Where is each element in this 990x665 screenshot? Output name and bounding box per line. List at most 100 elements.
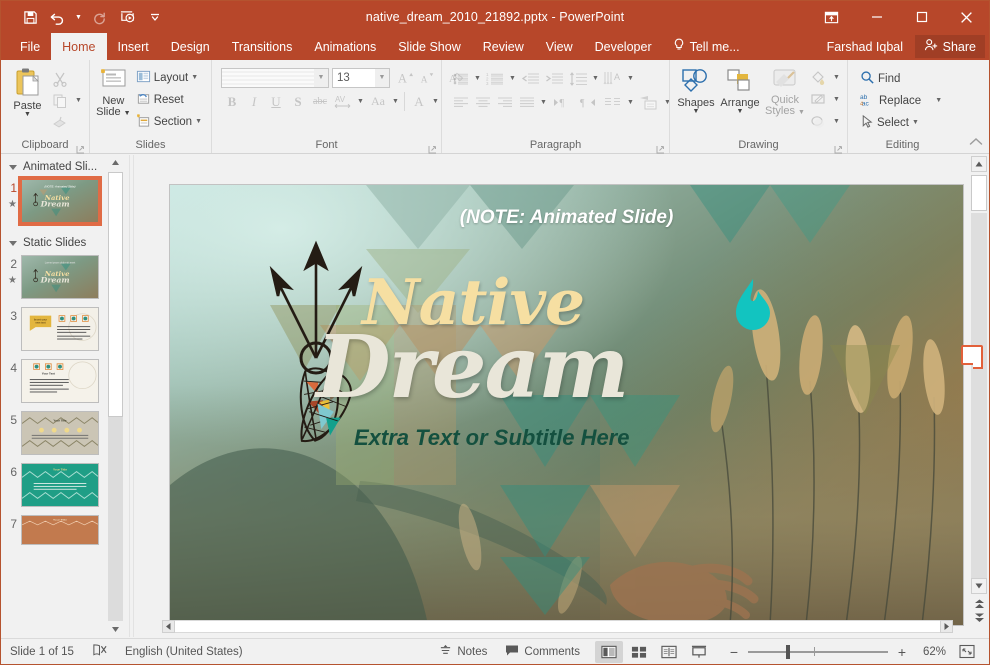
thumbnail-scroll-up-button[interactable]	[108, 155, 123, 170]
center-button[interactable]	[472, 92, 494, 113]
section-collapse-icon[interactable]	[9, 165, 17, 170]
slide-thumbnail-2[interactable]: Lorem ipsum dolor sit amet Native Dream	[21, 255, 99, 299]
vertical-scroll-thumb[interactable]	[971, 175, 987, 211]
tab-design[interactable]: Design	[160, 33, 221, 60]
zoom-out-button[interactable]: −	[727, 645, 741, 659]
reading-view-button[interactable]	[655, 641, 683, 663]
comment-marker-icon[interactable]	[961, 345, 983, 369]
tab-slide-show[interactable]: Slide Show	[387, 33, 472, 60]
minimize-button[interactable]	[854, 1, 899, 33]
scroll-right-button[interactable]	[940, 620, 953, 633]
tab-review[interactable]: Review	[472, 33, 535, 60]
vertical-scroll-track[interactable]	[971, 213, 987, 581]
start-presentation-icon[interactable]	[114, 5, 140, 29]
tab-home[interactable]: Home	[51, 33, 107, 60]
slide-counter[interactable]: Slide 1 of 15	[1, 639, 83, 665]
quick-styles-button[interactable]: Quick Styles ▼	[763, 66, 807, 117]
paragraph-dialog-launcher[interactable]	[656, 143, 665, 154]
tab-insert[interactable]: Insert	[107, 33, 160, 60]
align-left-button[interactable]	[450, 92, 472, 113]
layout-caret-icon[interactable]: ▼	[191, 74, 198, 81]
replace-button[interactable]: ab ac 4 Replace ▼	[856, 90, 946, 111]
clipboard-dialog-launcher[interactable]	[76, 143, 85, 154]
thumbnail-scroll-down-button[interactable]	[108, 622, 123, 637]
font-name-combo[interactable]: ▼	[221, 67, 329, 88]
section-collapse-icon-2[interactable]	[9, 241, 17, 246]
slide-thumbnail-3[interactable]: Insert your own text	[21, 307, 99, 351]
convert-to-smartart-button[interactable]	[636, 92, 662, 113]
character-spacing-caret-icon[interactable]: ▼	[355, 91, 366, 112]
slide-sorter-view-button[interactable]	[625, 641, 653, 663]
slide-thumbnail-6[interactable]: Your Title	[21, 463, 99, 507]
text-direction-caret-icon[interactable]: ▼	[625, 68, 636, 89]
slide-vertical-scrollbar[interactable]	[969, 155, 989, 637]
shape-effects-button[interactable]	[807, 111, 829, 132]
section-caret-icon[interactable]: ▼	[195, 118, 202, 125]
share-button[interactable]: Share	[914, 35, 985, 58]
new-slide-button[interactable]: New Slide ▼	[95, 65, 132, 118]
justify-caret-icon[interactable]: ▼	[538, 92, 549, 113]
scroll-up-button[interactable]	[971, 156, 987, 172]
increase-indent-button[interactable]	[542, 68, 566, 89]
shape-fill-caret-icon[interactable]: ▼	[831, 67, 842, 88]
replace-caret-icon[interactable]: ▼	[935, 97, 942, 104]
spellcheck-button[interactable]	[83, 639, 116, 665]
thumbnail-scrollbar[interactable]	[108, 155, 123, 637]
change-case-button[interactable]: Aa	[366, 91, 390, 112]
font-name-caret-icon[interactable]: ▼	[314, 68, 328, 87]
redo-icon[interactable]	[86, 5, 112, 29]
account-name[interactable]: Farshad Iqbal	[819, 33, 911, 60]
drawing-dialog-launcher[interactable]	[834, 143, 843, 154]
ribbon-display-options-icon[interactable]	[809, 1, 854, 33]
change-case-caret-icon[interactable]: ▼	[390, 91, 401, 112]
previous-slide-button[interactable]	[971, 597, 987, 611]
tab-file[interactable]: File	[9, 33, 51, 60]
italic-button[interactable]: I	[243, 91, 265, 112]
zoom-percent-label[interactable]: 62%	[916, 646, 946, 658]
columns-button[interactable]	[601, 92, 625, 113]
reset-button[interactable]: Reset	[132, 89, 206, 110]
thumbnail-scrollbar-track[interactable]	[108, 417, 123, 621]
tab-developer[interactable]: Developer	[584, 33, 663, 60]
paste-caret-icon[interactable]: ▼	[24, 111, 31, 118]
bold-button[interactable]: B	[221, 91, 243, 112]
font-size-caret-icon[interactable]: ▼	[375, 68, 389, 87]
bullets-caret-icon[interactable]: ▼	[472, 68, 483, 89]
decrease-font-size-button[interactable]: A	[416, 67, 438, 88]
tell-me-search[interactable]: Tell me...	[663, 33, 750, 60]
next-slide-button[interactable]	[971, 611, 987, 625]
format-painter-button[interactable]	[49, 112, 71, 133]
undo-icon[interactable]	[45, 5, 71, 29]
zoom-slider[interactable]	[748, 644, 888, 659]
tab-transitions[interactable]: Transitions	[221, 33, 304, 60]
slide-thumbnail-1[interactable]: (NOTE: Animated Slide) Native Dream	[18, 176, 102, 226]
font-size-combo[interactable]: 13 ▼	[332, 67, 390, 88]
save-icon[interactable]	[17, 5, 43, 29]
columns-caret-icon[interactable]: ▼	[625, 92, 636, 113]
shape-effects-caret-icon[interactable]: ▼	[831, 111, 842, 132]
tab-animations[interactable]: Animations	[303, 33, 387, 60]
select-caret-icon[interactable]: ▼	[912, 119, 919, 126]
underline-button[interactable]: U	[265, 91, 287, 112]
shape-fill-button[interactable]	[807, 67, 829, 88]
maximize-button[interactable]	[899, 1, 944, 33]
select-button[interactable]: Select ▼	[856, 112, 946, 133]
character-spacing-button[interactable]: AV	[331, 91, 355, 112]
shape-outline-caret-icon[interactable]: ▼	[831, 89, 842, 110]
shapes-caret-icon[interactable]: ▼	[693, 108, 700, 115]
decrease-indent-button[interactable]	[518, 68, 542, 89]
increase-font-size-button[interactable]: A	[394, 67, 416, 88]
normal-view-button[interactable]	[595, 640, 623, 663]
line-spacing-caret-icon[interactable]: ▼	[590, 68, 601, 89]
comments-button[interactable]: Comments	[496, 639, 589, 665]
notes-button[interactable]: Notes	[430, 639, 496, 665]
shapes-button[interactable]: Shapes ▼	[675, 66, 717, 115]
rtl-direction-button[interactable]: ¶	[575, 92, 601, 113]
bullets-button[interactable]	[450, 68, 472, 89]
font-color-button[interactable]: A	[408, 91, 430, 112]
cut-button[interactable]	[49, 68, 71, 89]
justify-button[interactable]	[516, 92, 538, 113]
new-slide-caret-icon[interactable]: ▼	[124, 110, 131, 117]
slide-thumbnail-4[interactable]: Your Text	[21, 359, 99, 403]
numbering-button[interactable]: 123	[483, 68, 507, 89]
